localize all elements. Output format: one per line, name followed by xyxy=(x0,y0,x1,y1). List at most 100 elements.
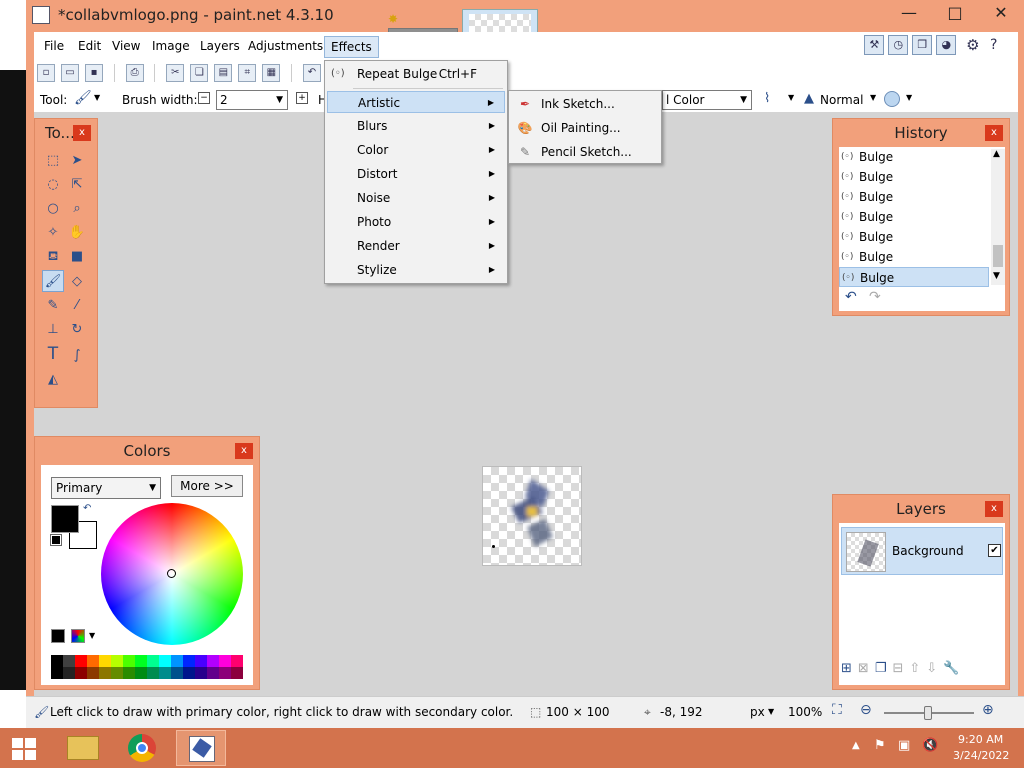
palette-swatch-shade[interactable] xyxy=(171,667,183,679)
move-layer-up-icon[interactable]: ⇧ xyxy=(909,661,926,676)
palette-swatch-shade[interactable] xyxy=(111,667,123,679)
history-item[interactable]: (◦) Bulge xyxy=(839,147,989,167)
palette-swatch[interactable] xyxy=(147,655,159,667)
selection-mode-dropdown-icon[interactable]: ▼ xyxy=(906,93,912,102)
deselect-icon[interactable]: ▦ xyxy=(262,64,281,82)
effects-render-item[interactable]: Render ▶ xyxy=(327,235,505,257)
palette-swatch[interactable] xyxy=(159,655,171,667)
palette-swatch-shade[interactable] xyxy=(195,667,207,679)
show-hidden-icons[interactable]: ▲ xyxy=(852,740,860,751)
palette-swatch[interactable] xyxy=(171,655,183,667)
palette-swatch-shade[interactable] xyxy=(135,667,147,679)
palette-swatch[interactable] xyxy=(195,655,207,667)
paintnet-taskbar-icon[interactable] xyxy=(176,730,226,766)
more-colors-button[interactable]: More >> xyxy=(171,475,243,497)
palette-swatch[interactable] xyxy=(87,655,99,667)
history-toggle-icon[interactable]: ◷ xyxy=(888,35,909,55)
history-panel-title[interactable]: History xyxy=(833,119,1009,147)
palette-swatch-shade[interactable] xyxy=(159,667,171,679)
paintbrush-icon[interactable]: 🖌 xyxy=(74,90,92,106)
palette-swatch-shade[interactable] xyxy=(51,667,63,679)
units-select[interactable]: px xyxy=(750,705,765,719)
shapes-icon[interactable]: ◭ xyxy=(42,369,64,391)
minimize-button[interactable]: — xyxy=(886,0,932,28)
effects-stylize-item[interactable]: Stylize ▶ xyxy=(327,259,505,281)
zoom-in-icon[interactable]: ⊕ xyxy=(982,702,994,718)
pencil-sketch-item[interactable]: ✎ Pencil Sketch... xyxy=(511,141,659,163)
network-icon[interactable]: ▣ xyxy=(898,738,910,753)
paint-bucket-icon[interactable]: ⛾ xyxy=(42,246,64,268)
history-scrollbar[interactable]: ▲ ▼ xyxy=(991,149,1005,285)
blend-mode-dropdown-icon[interactable]: ▼ xyxy=(870,93,876,102)
palette-swatch-shade[interactable] xyxy=(207,667,219,679)
close-button[interactable]: ✕ xyxy=(978,0,1024,28)
clock-time[interactable]: 9:20 AM xyxy=(958,733,1003,746)
palette-swatch[interactable] xyxy=(135,655,147,667)
pencil-icon[interactable]: ✎ xyxy=(42,295,64,317)
palette-swatch-shade[interactable] xyxy=(183,667,195,679)
clone-stamp-icon[interactable]: ⊥ xyxy=(42,319,64,341)
move-layer-down-icon[interactable]: ⇩ xyxy=(926,661,943,676)
ink-sketch-item[interactable]: ✒ Ink Sketch... xyxy=(511,93,659,115)
brush-width-field[interactable]: 2 ▼ xyxy=(216,90,288,110)
layer-row-background[interactable]: Background ✔ xyxy=(841,527,1003,575)
cut-icon[interactable]: ✂ xyxy=(166,64,185,82)
history-scroll-thumb[interactable] xyxy=(993,245,1003,267)
color-wheel[interactable] xyxy=(101,503,243,645)
line-curve-icon[interactable]: ∫ xyxy=(66,345,88,367)
add-layer-icon[interactable]: ⊞ xyxy=(841,661,858,676)
new-file-icon[interactable]: ▫ xyxy=(37,64,55,82)
move-selected-icon[interactable]: ➤ xyxy=(66,150,88,172)
layers-panel-close-button[interactable]: x xyxy=(985,501,1003,517)
menu-edit[interactable]: Edit xyxy=(72,36,107,58)
maximize-button[interactable]: □ xyxy=(932,0,978,28)
file-explorer-taskbar-icon[interactable] xyxy=(58,730,108,766)
menu-adjustments[interactable]: Adjustments xyxy=(242,36,329,58)
menu-view[interactable]: View xyxy=(106,36,146,58)
palette-dropdown-icon[interactable]: ▼ xyxy=(89,631,95,640)
oil-painting-item[interactable]: 🎨 Oil Painting... xyxy=(511,117,659,139)
primary-color-swatch[interactable] xyxy=(51,505,79,533)
crop-icon[interactable]: ⌗ xyxy=(238,64,257,82)
zoom-level[interactable]: 100% xyxy=(788,705,822,719)
zoom-slider[interactable] xyxy=(884,706,974,720)
swap-colors-icon[interactable]: ↶ xyxy=(83,503,91,514)
tools-panel-close-button[interactable]: x xyxy=(73,125,91,141)
fill-mode-select[interactable]: l Color ▼ xyxy=(662,90,752,110)
units-dropdown-icon[interactable]: ▼ xyxy=(768,707,774,716)
duplicate-layer-icon[interactable]: ❐ xyxy=(875,661,893,676)
add-color-icon[interactable] xyxy=(51,629,65,643)
volume-muted-icon[interactable]: 🔇 xyxy=(922,738,938,753)
eraser-icon[interactable]: ◇ xyxy=(66,271,88,293)
blend-mode-value[interactable]: Normal xyxy=(820,93,863,107)
palette-swatch[interactable] xyxy=(51,655,63,667)
settings-gear-icon[interactable]: ⚙ xyxy=(966,36,986,54)
palette-swatch-shade[interactable] xyxy=(63,667,75,679)
brush-width-increase[interactable]: + xyxy=(296,92,308,104)
palette-swatch[interactable] xyxy=(231,655,243,667)
history-item[interactable]: (◦) Bulge xyxy=(839,207,989,227)
repeat-bulge-item[interactable]: (◦) Repeat Bulge Ctrl+F xyxy=(327,63,505,85)
zoom-icon[interactable]: ⌕ xyxy=(66,198,88,220)
reset-colors-icon[interactable] xyxy=(50,534,62,546)
layer-visibility-checkbox[interactable]: ✔ xyxy=(988,544,1001,557)
colors-panel-title[interactable]: Colors xyxy=(35,437,259,465)
effects-color-item[interactable]: Color ▶ xyxy=(327,139,505,161)
paste-icon[interactable]: ▤ xyxy=(214,64,233,82)
zoom-out-icon[interactable]: ⊖ xyxy=(860,702,872,718)
effects-blurs-item[interactable]: Blurs ▶ xyxy=(327,115,505,137)
colors-panel-close-button[interactable]: x xyxy=(235,443,253,459)
selection-mode-icon[interactable] xyxy=(884,91,900,107)
copy-icon[interactable]: ❏ xyxy=(190,64,209,82)
lasso-select-icon[interactable]: ◌ xyxy=(42,174,64,196)
image-canvas[interactable] xyxy=(482,466,582,566)
effects-artistic-item[interactable]: Artistic ▶ xyxy=(327,91,505,113)
layers-panel-title[interactable]: Layers xyxy=(833,495,1009,523)
menu-effects[interactable]: Effects xyxy=(324,36,379,58)
menu-file[interactable]: File xyxy=(38,36,70,58)
palette-swatch[interactable] xyxy=(219,655,231,667)
chrome-taskbar-icon[interactable] xyxy=(118,730,168,766)
effects-noise-item[interactable]: Noise ▶ xyxy=(327,187,505,209)
tools-toggle-icon[interactable]: ⚒ xyxy=(864,35,885,55)
palette-swatch-shade[interactable] xyxy=(231,667,243,679)
